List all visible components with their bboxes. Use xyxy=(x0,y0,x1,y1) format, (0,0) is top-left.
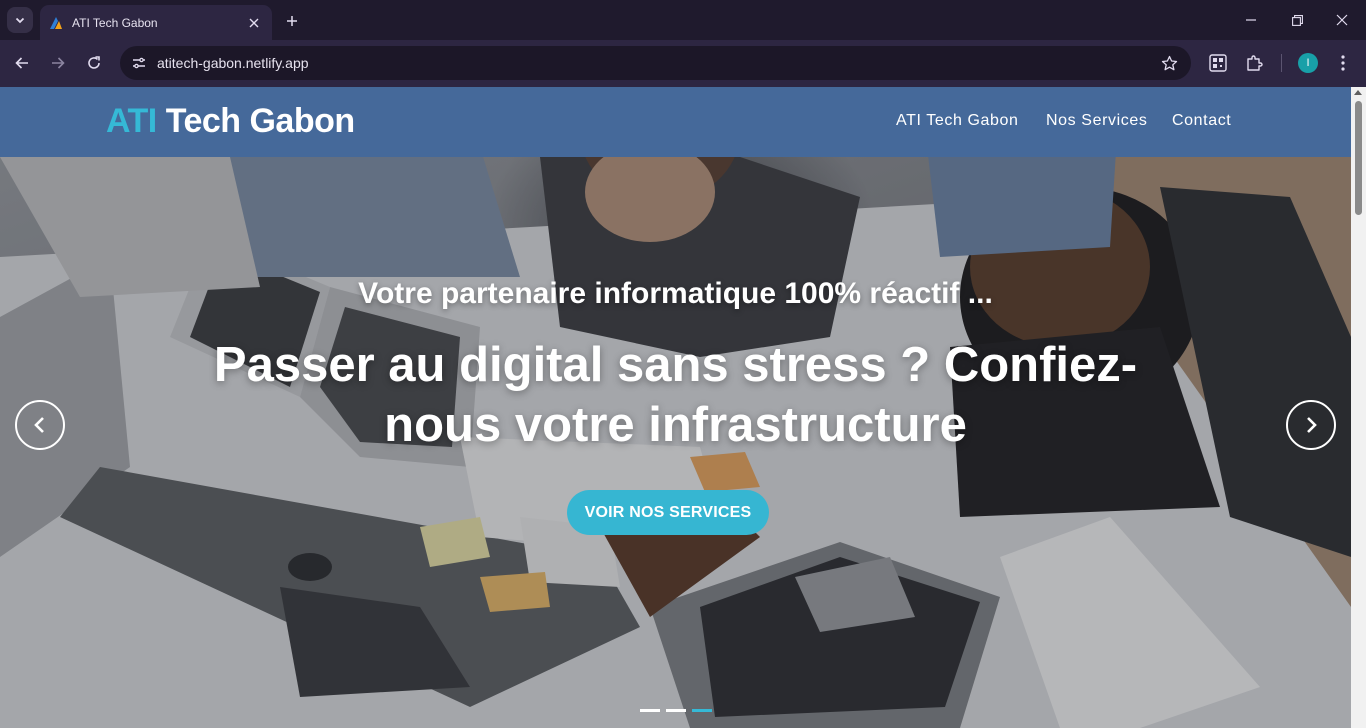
forward-button[interactable] xyxy=(44,49,72,77)
chevron-left-icon xyxy=(34,417,44,433)
site-logo[interactable]: ATI Tech Gabon xyxy=(106,102,355,141)
back-button[interactable] xyxy=(8,49,36,77)
carousel-indicator-2[interactable] xyxy=(666,709,686,712)
tab-title: ATI Tech Gabon xyxy=(72,15,158,30)
kebab-menu-icon xyxy=(1341,55,1345,71)
site-logo-accent: ATI xyxy=(106,102,157,140)
close-icon xyxy=(1336,14,1348,26)
reload-icon xyxy=(88,56,100,69)
qr-code-button[interactable] xyxy=(1207,52,1229,74)
qr-code-icon xyxy=(1209,54,1227,72)
tab-close-button[interactable] xyxy=(244,13,264,33)
window-close-button[interactable] xyxy=(1330,8,1354,32)
nav-link-contact[interactable]: Contact xyxy=(1172,112,1231,130)
scroll-up-arrow-icon[interactable] xyxy=(1354,90,1362,95)
view-services-button[interactable]: VOIR NOS SERVICES xyxy=(567,490,769,535)
hero-subtitle: Votre partenaire informatique 100% réact… xyxy=(358,277,993,310)
page-scrollbar[interactable] xyxy=(1351,87,1366,728)
window-restore-button[interactable] xyxy=(1285,8,1309,32)
carousel-indicator-1[interactable] xyxy=(640,709,660,712)
profile-avatar[interactable]: I xyxy=(1298,53,1318,73)
arrow-right-icon xyxy=(52,57,65,69)
restore-icon xyxy=(1291,14,1303,26)
toolbar-divider xyxy=(1281,54,1282,72)
extensions-button[interactable] xyxy=(1243,52,1265,74)
minimize-icon xyxy=(1246,19,1256,21)
bookmark-button[interactable] xyxy=(1159,53,1179,73)
site-info-button[interactable] xyxy=(126,50,152,76)
nav-link-services[interactable]: Nos Services xyxy=(1046,112,1147,130)
tune-icon xyxy=(133,57,145,69)
site-favicon-icon xyxy=(50,16,62,29)
window-minimize-button[interactable] xyxy=(1239,8,1263,32)
reload-button[interactable] xyxy=(80,49,108,77)
arrow-left-icon xyxy=(15,57,28,69)
carousel-next-button[interactable] xyxy=(1286,400,1336,450)
site-header: ATI Tech Gabon ATI Tech Gabon Nos Servic… xyxy=(0,87,1351,157)
page-viewport: ATI Tech Gabon ATI Tech Gabon Nos Servic… xyxy=(0,87,1366,728)
browser-tab-bar: ATI Tech Gabon xyxy=(0,0,1366,40)
hero-title: Passer au digital sans stress ? Confiez-… xyxy=(213,338,1138,452)
puzzle-icon xyxy=(1247,55,1263,71)
scrollbar-thumb[interactable] xyxy=(1355,101,1362,215)
carousel-prev-button[interactable] xyxy=(15,400,65,450)
site-logo-text: Tech Gabon xyxy=(156,102,355,140)
chevron-right-icon xyxy=(1307,417,1317,433)
browser-menu-button[interactable] xyxy=(1332,52,1354,74)
url-text[interactable]: atitech-gabon.netlify.app xyxy=(157,55,309,71)
close-icon xyxy=(249,18,259,27)
browser-tab-active[interactable]: ATI Tech Gabon xyxy=(40,5,272,40)
tab-search-button[interactable] xyxy=(7,7,33,33)
nav-link-home[interactable]: ATI Tech Gabon xyxy=(896,112,1019,130)
hero-carousel: ATI Tech Gabon ATI Tech Gabon Nos Servic… xyxy=(0,87,1351,728)
star-icon xyxy=(1161,55,1177,70)
chevron-down-icon xyxy=(15,17,25,24)
browser-toolbar: atitech-gabon.netlify.app I xyxy=(0,40,1366,87)
address-bar[interactable]: atitech-gabon.netlify.app xyxy=(120,46,1191,80)
plus-icon xyxy=(287,16,297,26)
new-tab-button[interactable] xyxy=(280,9,304,33)
carousel-indicator-3-active[interactable] xyxy=(692,709,712,712)
